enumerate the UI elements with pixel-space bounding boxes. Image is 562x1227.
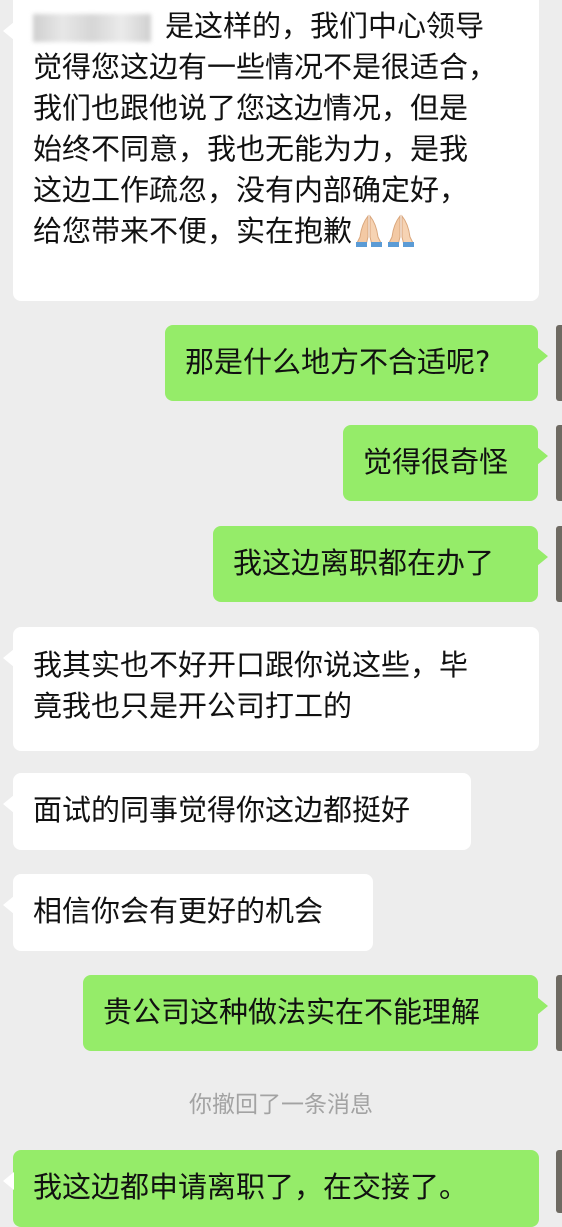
message-text: 我们也跟他说了您这边情况，但是 [33, 91, 469, 125]
message-text: 这边工作疏忽，没有内部确定好， [33, 173, 469, 207]
message-text: 我这边都申请离职了，在交接了。 [33, 1170, 469, 1204]
message-bubble-outgoing[interactable]: 我这边离职都在办了 [213, 526, 548, 602]
message-line-1: 是这样的，我们中心领导 [33, 6, 519, 47]
chat-view: 是这样的，我们中心领导 觉得您这边有一些情况不是很适合， 我们也跟他说了您这边情… [0, 0, 562, 1227]
message-text: 是这样的，我们中心领导 [165, 9, 485, 43]
avatar-self[interactable] [556, 975, 562, 1051]
message-bubble-incoming[interactable]: 面试的同事觉得你这边都挺好 [3, 773, 471, 850]
folded-hands-icon [388, 214, 415, 247]
message-text: 面试的同事觉得你这边都挺好 [33, 793, 411, 827]
recall-notice: 你撤回了一条消息 [189, 1092, 373, 1118]
message-text: 竟我也只是开公司打工的 [33, 689, 353, 723]
message-text: 相信你会有更好的机会 [33, 894, 324, 928]
message-bubble-incoming[interactable]: 相信你会有更好的机会 [3, 874, 373, 951]
message-line-6: 给您带来不便，实在抱歉 [33, 211, 519, 252]
message-text: 始终不同意，我也无能为力，是我 [33, 132, 469, 166]
redacted-name [33, 14, 151, 42]
avatar-self[interactable] [556, 1150, 562, 1213]
message-bubble-outgoing[interactable]: 贵公司这种做法实在不能理解 [83, 975, 548, 1051]
message-bubble-incoming[interactable]: 我其实也不好开口跟你说这些，毕 竟我也只是开公司打工的 [3, 627, 539, 751]
folded-hands-icon [356, 214, 383, 247]
message-text: 觉得您这边有一些情况不是很适合， [33, 50, 498, 84]
message-text: 觉得很奇怪 [363, 445, 509, 479]
message-text: 贵公司这种做法实在不能理解 [103, 995, 481, 1029]
message-text: 那是什么地方不合适呢? [185, 345, 491, 379]
avatar-self[interactable] [556, 425, 562, 501]
message-bubble-outgoing[interactable]: 那是什么地方不合适呢? [165, 325, 548, 401]
message-bubble-outgoing[interactable]: 觉得很奇怪 [343, 425, 548, 501]
message-bubble-incoming[interactable]: 是这样的，我们中心领导 觉得您这边有一些情况不是很适合， 我们也跟他说了您这边情… [3, 0, 539, 301]
message-text: 给您带来不便，实在抱歉 [33, 214, 353, 248]
avatar-self[interactable] [556, 526, 562, 602]
avatar-self[interactable] [556, 325, 562, 401]
message-text: 我其实也不好开口跟你说这些，毕 [33, 648, 469, 682]
message-bubble-outgoing[interactable]: 我这边都申请离职了，在交接了。 [3, 1150, 539, 1227]
message-text: 我这边离职都在办了 [233, 546, 495, 580]
